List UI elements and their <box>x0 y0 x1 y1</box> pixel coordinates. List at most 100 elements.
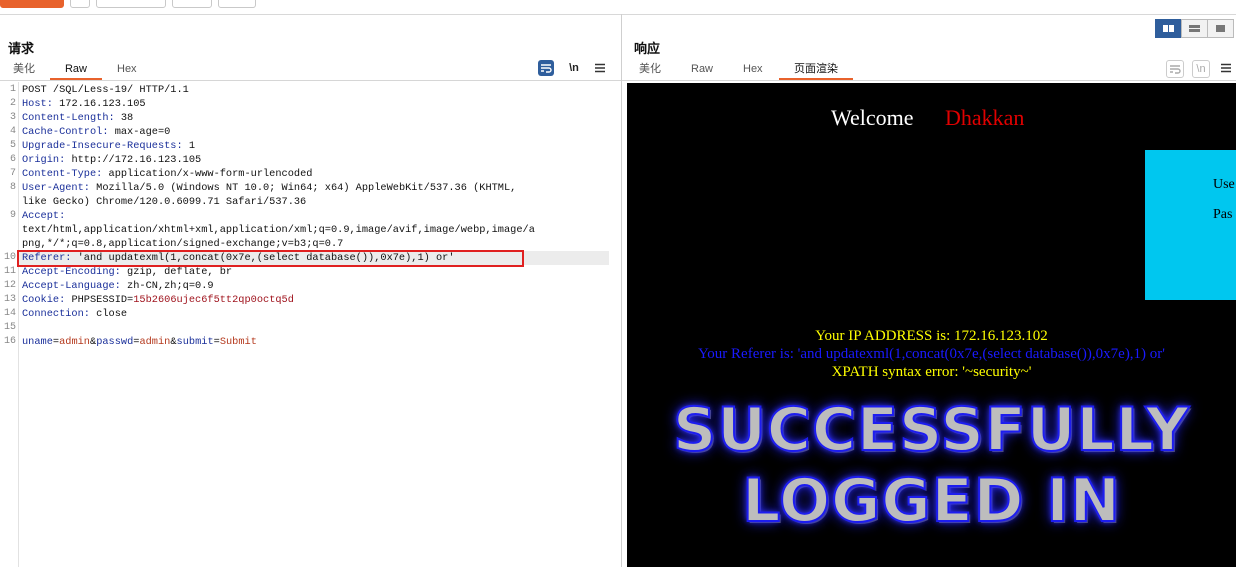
request-line: like Gecko) Chrome/120.0.6099.71 Safari/… <box>22 196 306 208</box>
header-name: Upgrade-Insecure-Requests: <box>22 140 183 152</box>
ip-address-line: Your IP ADDRESS is: 172.16.123.102 <box>815 328 1048 344</box>
param-name: uname <box>22 336 53 348</box>
line-number: 8 <box>9 182 16 193</box>
header-value: text/html,application/xhtml+xml,applicat… <box>22 224 535 236</box>
header-value: Mozilla/5.0 (Windows NT 10.0; Win64; x64… <box>89 182 517 194</box>
request-line: Origin: http://172.16.123.105 <box>22 154 201 166</box>
wrap-icon[interactable] <box>1166 60 1184 78</box>
layout-split-toggle[interactable] <box>1155 19 1182 38</box>
nav-button[interactable] <box>96 0 166 8</box>
nav-forward-button[interactable] <box>218 0 256 8</box>
header-value: POST /SQL/Less-19/ HTTP/1.1 <box>22 84 189 96</box>
header-value: http://172.16.123.105 <box>65 154 202 166</box>
tab-hex[interactable]: Hex <box>743 62 763 78</box>
header-name: Content-Length: <box>22 112 115 124</box>
request-line: Accept-Language: zh-CN,zh;q=0.9 <box>22 280 214 292</box>
rendered-page: Welcome Dhakkan Use Pas Your IP ADDRESS … <box>627 83 1236 567</box>
header-value: max-age=0 <box>108 126 171 138</box>
param-name: submit <box>176 336 214 348</box>
header-value: application/x-www-form-urlencoded <box>102 168 313 180</box>
line-number: 4 <box>9 126 16 137</box>
line-number: 15 <box>3 322 16 333</box>
header-value: like Gecko) Chrome/120.0.6099.71 Safari/… <box>22 196 307 208</box>
header-name: Host: <box>22 98 53 110</box>
line-number: 7 <box>9 168 16 179</box>
request-line: png,*/*;q=0.8,application/signed-exchang… <box>22 238 343 250</box>
header-value: close <box>89 308 128 320</box>
success-banner-line1: SUCCESSFULLY <box>672 394 1190 466</box>
request-line: Connection: close <box>22 308 127 320</box>
request-line: Content-Type: application/x-www-form-url… <box>22 168 312 180</box>
request-line: Host: 172.16.123.105 <box>22 98 146 110</box>
settings-button[interactable] <box>70 0 90 8</box>
header-name: Accept: <box>22 210 66 222</box>
response-pane: 响应 美化 Raw Hex 页面渲染 \n Welcome Dhakkan Us… <box>622 14 1236 567</box>
layout-horizontal-toggle[interactable] <box>1181 19 1208 38</box>
header-name: Accept-Language: <box>22 280 121 292</box>
header-name: Accept-Encoding: <box>22 266 121 278</box>
tab-render[interactable]: 页面渲染 <box>779 62 853 80</box>
username-label: Use <box>1213 177 1235 192</box>
referer-highlight-box <box>17 250 524 267</box>
line-number: 10 <box>3 252 16 263</box>
cookie-value: 15b2606ujec6f5tt2qp0octq5d <box>133 294 294 306</box>
tab-divider <box>622 80 1236 81</box>
xpath-error-line: XPATH syntax error: '~security~' <box>831 364 1032 380</box>
request-editor[interactable]: 1 2 3 4 5 6 7 8 9 10 11 12 13 14 15 16 POST /SQL/Less-1… <box>0 82 621 567</box>
line-number: 1 <box>9 84 16 95</box>
request-line: User-Agent: Mozilla/5.0 (Windows NT 10.0… <box>22 182 516 194</box>
tab-hex[interactable]: Hex <box>117 62 137 78</box>
tab-pretty[interactable]: 美化 <box>639 62 661 78</box>
line-number: 16 <box>3 336 16 347</box>
line-number-gutter: 1 2 3 4 5 6 7 8 9 10 11 12 13 14 15 16 <box>0 82 19 567</box>
wrap-icon[interactable] <box>538 60 554 76</box>
header-value: 1 <box>182 140 196 152</box>
nav-back-button[interactable] <box>172 0 212 8</box>
header-name: Connection: <box>22 308 90 320</box>
top-toolbar <box>0 0 1236 15</box>
tab-raw[interactable]: Raw <box>50 62 102 80</box>
request-line: Accept: <box>22 210 65 222</box>
line-number: 9 <box>9 210 16 221</box>
newline-icon[interactable]: \n <box>566 60 582 76</box>
request-body-line: uname=admin&passwd=admin&submit=Submit <box>22 336 257 348</box>
header-value: png,*/*;q=0.8,application/signed-exchang… <box>22 238 344 250</box>
header-name: Content-Type: <box>22 168 103 180</box>
header-value: 172.16.123.105 <box>52 98 146 110</box>
response-title: 响应 <box>634 41 661 56</box>
tab-pretty[interactable]: 美化 <box>13 62 35 78</box>
header-name: Origin: <box>22 154 66 166</box>
login-form-box: Use Pas <box>1145 150 1236 300</box>
request-line: text/html,application/xhtml+xml,applicat… <box>22 224 535 236</box>
line-number: 6 <box>9 154 16 165</box>
tab-raw[interactable]: Raw <box>691 62 713 78</box>
line-number: 5 <box>9 140 16 151</box>
request-line: POST /SQL/Less-19/ HTTP/1.1 <box>22 84 189 96</box>
line-number: 14 <box>3 308 16 319</box>
line-number: 12 <box>3 280 16 291</box>
response-tabs: 美化 Raw Hex 页面渲染 <box>622 62 1236 80</box>
header-value: gzip, deflate, br <box>120 266 233 278</box>
layout-single-toggle[interactable] <box>1207 19 1234 38</box>
request-tabs: 美化 Raw Hex <box>0 62 621 80</box>
request-line: Cookie: PHPSESSID=15b2606ujec6f5tt2qp0oc… <box>22 294 294 306</box>
param-value: admin <box>59 336 90 348</box>
header-value: zh-CN,zh;q=0.9 <box>120 280 214 292</box>
welcome-text: Welcome <box>831 105 914 130</box>
request-line: Upgrade-Insecure-Requests: 1 <box>22 140 195 152</box>
param-value: Submit <box>219 336 257 348</box>
request-pane: 请求 美化 Raw Hex \n 1 2 3 4 5 6 7 8 9 10 11 12 13 14 15 16… <box>0 14 622 567</box>
newline-icon[interactable]: \n <box>1192 60 1210 78</box>
header-name: Cookie: <box>22 294 66 306</box>
send-button[interactable] <box>0 0 64 8</box>
header-name: Cache-Control: <box>22 126 109 138</box>
param-value: admin <box>139 336 171 348</box>
menu-icon[interactable] <box>1218 60 1234 76</box>
welcome-name: Dhakkan <box>945 105 1025 130</box>
header-value: PHPSESSID= <box>65 294 134 306</box>
menu-icon[interactable] <box>592 60 608 76</box>
tab-divider <box>0 80 621 81</box>
line-number: 11 <box>3 266 16 277</box>
request-line: Content-Length: 38 <box>22 112 133 124</box>
request-line: Accept-Encoding: gzip, deflate, br <box>22 266 232 278</box>
